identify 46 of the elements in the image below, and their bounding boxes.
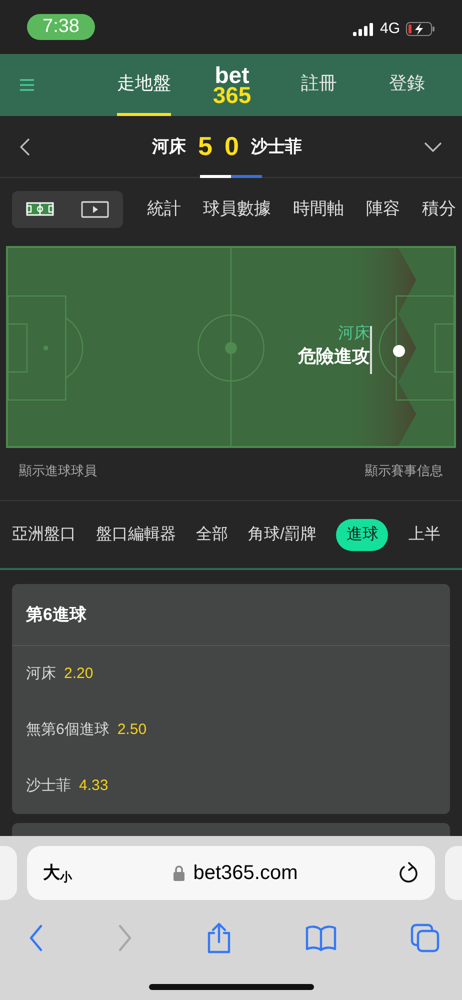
signal-icon [352,22,374,36]
time-pill: 7:38 [27,14,95,40]
url-text: bet365.com [193,861,298,886]
team-color-bar [200,175,262,178]
market-tab[interactable]: 盤口編輯器 [96,522,176,546]
selection-row[interactable]: 無第6個進球 2.50 [12,702,450,758]
back-icon[interactable] [28,924,44,952]
info-tab[interactable]: 陣容 [366,196,400,222]
attack-team: 河床 [338,324,370,344]
nav-tab[interactable]: 註冊 [299,54,339,116]
share-icon[interactable] [206,922,232,954]
info-tab[interactable]: 時間軸 [293,196,344,222]
nav-tab[interactable]: 登錄 [387,54,427,116]
network-label: 4G [380,18,400,39]
info-tab[interactable]: 統計 [147,196,181,222]
event-marker-line [370,326,372,374]
chevron-down-icon[interactable] [424,142,442,152]
previous-icon[interactable] [20,138,30,156]
adjacent-tab-edge [0,846,17,900]
lock-icon [173,865,186,881]
pitch-link[interactable]: 顯示賽事信息 [365,461,443,481]
selection-row[interactable]: 沙士菲 4.33 [12,758,450,814]
battery-icon [406,22,435,36]
market-tab[interactable]: 上半 [408,522,440,546]
away-score: 0 [224,130,239,163]
play-icon[interactable] [81,200,110,218]
info-tab[interactable]: 積分 [422,196,456,222]
market-tab[interactable]: 角球/罰牌 [248,522,316,546]
home-team: 河床 [152,136,186,158]
nav-tab[interactable]: 走地盤 [117,54,171,116]
market-tab[interactable]: 全部 [196,522,228,546]
info-tab[interactable]: 球員數據 [203,196,271,222]
tabs-icon[interactable] [410,923,440,953]
reload-icon[interactable] [398,862,419,884]
bet365-logo[interactable]: bet 365 [207,54,257,116]
attack-event: 危險進攻 [298,345,370,368]
book-icon[interactable] [305,924,337,952]
adjacent-tab-edge [445,846,462,900]
away-team: 沙士菲 [250,136,302,158]
selection-row[interactable]: 河床 2.20 [12,646,450,702]
pitch-link[interactable]: 顯示進球球員 [19,461,97,481]
market-title: 第6進球 [26,604,86,626]
home-score: 5 [198,130,212,163]
market-tab[interactable]: 亞洲盤口 [12,522,76,546]
pitch-icon[interactable] [26,202,54,216]
market-tab[interactable]: 進球 [336,518,388,550]
